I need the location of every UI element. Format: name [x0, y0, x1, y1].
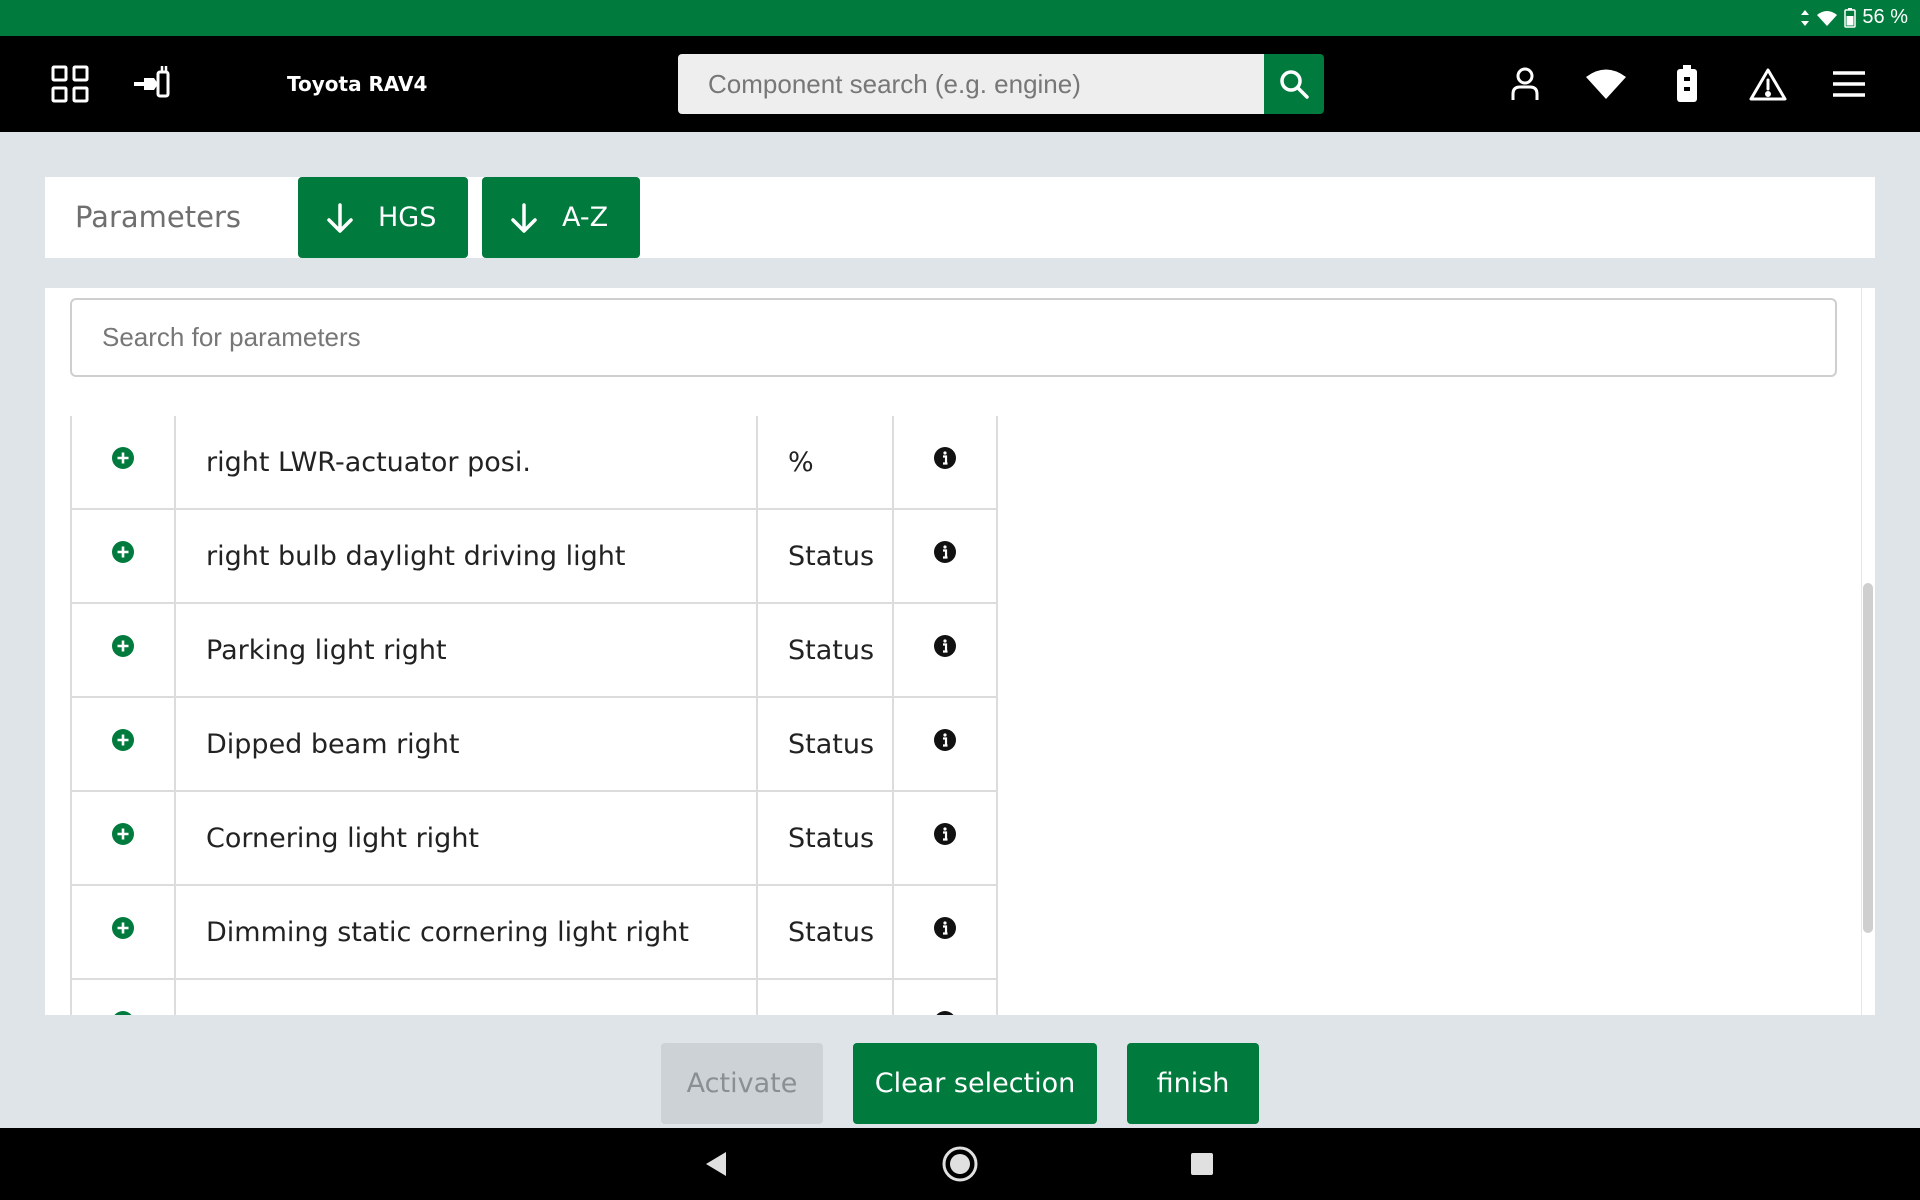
add-parameter-button[interactable] — [70, 510, 176, 602]
finish-button[interactable]: finish — [1127, 1043, 1259, 1124]
add-parameter-button[interactable] — [70, 604, 176, 696]
table-row[interactable]: right bulb daylight driving light Status — [70, 510, 998, 604]
grid-menu-icon[interactable] — [34, 36, 106, 132]
vehicle-title: Toyota RAV4 — [287, 72, 428, 96]
plus-circle-icon — [112, 823, 134, 845]
parameter-unit: % — [758, 416, 894, 508]
sort-hgs-button[interactable]: HGS — [298, 177, 469, 258]
parameter-name: Dimming static cornering light right — [176, 886, 758, 978]
info-button[interactable] — [894, 792, 998, 884]
parameters-table: right LWR-actuator posi. % right bulb da… — [70, 416, 998, 1015]
parameter-name: right bulb daylight driving light — [176, 510, 758, 602]
recents-icon[interactable] — [1162, 1128, 1242, 1200]
parameter-search-input[interactable] — [70, 298, 1837, 377]
component-search — [678, 54, 1324, 114]
table-row[interactable]: Parking light right Status — [70, 604, 998, 698]
info-button[interactable] — [894, 698, 998, 790]
table-row[interactable]: right LWR-actuator posi. % — [70, 416, 998, 510]
parameter-unit: Status — [758, 792, 894, 884]
plus-circle-icon — [112, 541, 134, 563]
sort-hgs-label: HGS — [378, 202, 437, 233]
parameter-name: right LWR-actuator posi. — [176, 416, 758, 508]
parameter-name — [176, 980, 758, 1015]
data-arrows-icon — [1800, 9, 1810, 27]
info-icon — [934, 635, 956, 657]
component-search-input[interactable] — [678, 54, 1264, 114]
info-button[interactable] — [894, 980, 998, 1015]
info-icon — [934, 729, 956, 751]
info-button[interactable] — [894, 416, 998, 508]
parameter-unit: Status — [758, 698, 894, 790]
arrow-down-icon — [511, 202, 537, 233]
hamburger-menu-icon[interactable] — [1813, 36, 1885, 132]
battery-icon — [1844, 7, 1857, 28]
plus-circle-icon — [112, 729, 134, 751]
connector-plug-icon[interactable] — [116, 36, 188, 132]
info-icon — [934, 447, 956, 469]
plus-circle-icon — [114, 1011, 132, 1015]
user-icon[interactable] — [1489, 36, 1561, 132]
search-icon — [1280, 70, 1309, 99]
vci-battery-icon[interactable] — [1651, 36, 1723, 132]
parameters-title: Parameters — [75, 200, 241, 234]
table-row-partial[interactable] — [70, 980, 998, 1015]
sort-az-button[interactable]: A-Z — [482, 177, 641, 258]
search-button[interactable] — [1264, 54, 1324, 114]
plus-circle-icon — [112, 635, 134, 657]
parameters-toolbar: Parameters HGS A-Z — [45, 177, 1875, 258]
info-icon — [934, 823, 956, 845]
sort-az-label: A-Z — [562, 202, 609, 233]
table-row[interactable]: Dimming static cornering light right Sta… — [70, 886, 998, 980]
plus-circle-icon — [112, 447, 134, 469]
add-parameter-button[interactable] — [70, 416, 176, 508]
plus-circle-icon — [112, 917, 134, 939]
info-button[interactable] — [894, 510, 998, 602]
info-icon — [934, 541, 956, 563]
parameter-unit: Status — [758, 510, 894, 602]
parameter-name: Cornering light right — [176, 792, 758, 884]
add-parameter-button[interactable] — [70, 980, 176, 1015]
parameter-unit — [758, 980, 894, 1015]
back-icon[interactable] — [676, 1128, 756, 1200]
table-row[interactable]: Dipped beam right Status — [70, 698, 998, 792]
wifi-icon — [1816, 9, 1838, 27]
activate-button[interactable]: Activate — [661, 1043, 823, 1124]
add-parameter-button[interactable] — [70, 792, 176, 884]
battery-percentage: 56 % — [1862, 6, 1908, 28]
table-row[interactable]: Cornering light right Status — [70, 792, 998, 886]
parameter-unit: Status — [758, 604, 894, 696]
add-parameter-button[interactable] — [70, 698, 176, 790]
app-header: Toyota RAV4 — [0, 36, 1920, 132]
add-parameter-button[interactable] — [70, 886, 176, 978]
parameter-name: Dipped beam right — [176, 698, 758, 790]
clear-selection-button[interactable]: Clear selection — [853, 1043, 1097, 1124]
home-icon[interactable] — [920, 1128, 1000, 1200]
parameters-panel: right LWR-actuator posi. % right bulb da… — [45, 288, 1875, 1015]
arrow-down-icon — [327, 202, 353, 233]
system-navigation-bar — [0, 1128, 1920, 1200]
wifi-icon[interactable] — [1570, 36, 1642, 132]
warning-icon[interactable] — [1732, 36, 1804, 132]
info-button[interactable] — [894, 886, 998, 978]
parameter-name: Parking light right — [176, 604, 758, 696]
status-indicators: 56 % — [1800, 6, 1908, 29]
scrollbar-thumb[interactable] — [1863, 583, 1873, 933]
info-icon — [936, 1011, 954, 1015]
system-status-bar: 56 % — [0, 0, 1920, 36]
info-icon — [934, 917, 956, 939]
info-button[interactable] — [894, 604, 998, 696]
parameter-unit: Status — [758, 886, 894, 978]
